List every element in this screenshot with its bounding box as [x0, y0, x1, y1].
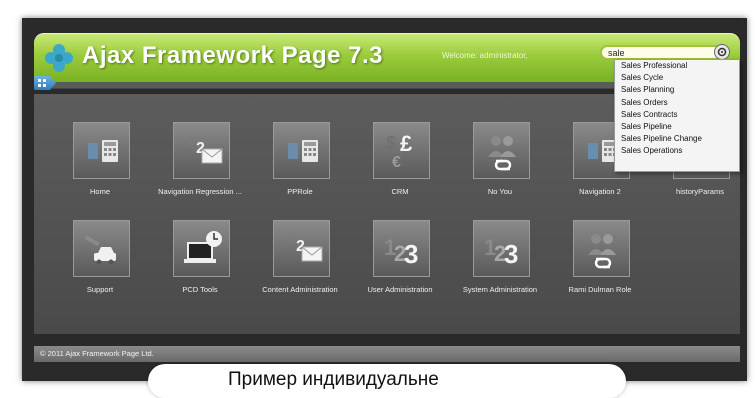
app-title: Ajax Framework Page 7.3 [82, 42, 383, 69]
svg-text:1: 1 [188, 134, 195, 148]
tile-image [573, 220, 630, 277]
search-box[interactable] [600, 45, 726, 60]
tile-label: PCD Tools [182, 285, 218, 294]
suggestion-item[interactable]: Sales Cycle [615, 72, 739, 84]
footer: © 2011 Ajax Framework Page Ltd. [34, 346, 740, 362]
tile-label: Navigation Regression ... [158, 187, 242, 196]
tile-image: 123 [473, 220, 530, 277]
plane-car-icon [85, 235, 116, 265]
suggestion-item[interactable]: Sales Pipeline Change [615, 133, 739, 145]
tile-image [473, 122, 530, 179]
tile-label: Content Administration [262, 285, 338, 294]
tile-label: No You [487, 187, 513, 196]
suggestion-item[interactable]: Sales Pipeline [615, 121, 739, 133]
envelope-123-icon: 12 [188, 134, 223, 164]
numbers-123-icon: 123 [384, 235, 418, 269]
search-button[interactable] [714, 44, 730, 60]
tile-image [73, 220, 130, 277]
tile-image [173, 220, 230, 277]
caption-text: Пример индивидуальне [228, 369, 439, 390]
tile-label: Support [86, 285, 114, 294]
suggestion-item[interactable]: Sales Professional [615, 60, 739, 72]
tile[interactable]: 1 2 Navigation Regression ... [154, 122, 246, 196]
svg-text:£: £ [400, 131, 413, 156]
people-exchange-icon [488, 136, 516, 171]
tile-label: historyParams [676, 187, 724, 196]
numbers-123-icon: 123 [484, 235, 518, 269]
tile-image: 123 [373, 220, 430, 277]
svg-text:1: 1 [288, 232, 295, 246]
tile-image [273, 122, 330, 179]
tile[interactable]: 1 2 Content Administration [254, 220, 346, 294]
tile-label: Home [89, 187, 110, 196]
currency-icon: $ £€ [386, 131, 413, 171]
tile-label: Navigation 2 [579, 187, 621, 196]
tile-label: PPRole [287, 187, 313, 196]
caption-overlay: Пример индивидуальне [148, 364, 626, 398]
tile[interactable]: Support [54, 220, 146, 294]
tile[interactable]: PCD Tools [154, 220, 246, 294]
tile-label: Rami Dulman Role [568, 285, 632, 294]
svg-text:3: 3 [404, 239, 418, 269]
svg-text:€: € [392, 154, 401, 171]
search-input[interactable] [608, 47, 712, 58]
search-suggestions-dropdown: Sales Professional Sales Cycle Sales Plann… [614, 59, 740, 172]
suggestion-item[interactable]: Sales Orders [615, 97, 739, 109]
laptop-clock-icon [184, 231, 222, 263]
tile[interactable]: Home [54, 122, 146, 196]
tile[interactable]: 1 2 3 System Administration [454, 220, 546, 294]
calculator-icon [288, 140, 318, 162]
people-exchange-icon [588, 234, 616, 269]
welcome-text: Welcome: administrator, [442, 51, 528, 60]
tile-label: User Administration [367, 285, 433, 294]
svg-text:3: 3 [504, 239, 518, 269]
envelope-123-icon: 12 [288, 232, 323, 262]
tile[interactable]: Rami Dulman Role [554, 220, 646, 294]
calculator-icon [88, 140, 118, 162]
tile[interactable]: PPRole [254, 122, 346, 196]
flower-logo-icon [45, 44, 73, 72]
tile-image [73, 122, 130, 179]
tile-image: 12 [173, 122, 230, 179]
tile[interactable]: 1 2 3 User Administration [354, 220, 446, 294]
search-icon [717, 47, 727, 57]
suggestion-item[interactable]: Sales Planning [615, 84, 739, 96]
suggestion-item[interactable]: Sales Operations [615, 145, 739, 157]
footer-text: © 2011 Ajax Framework Page Ltd. [40, 349, 154, 358]
suggestion-item[interactable]: Sales Contracts [615, 109, 739, 121]
tile[interactable]: $ £ € CRM [354, 122, 446, 196]
svg-text:$: $ [386, 133, 396, 153]
tile-image: 12 [273, 220, 330, 277]
tile-image: $ £ € [373, 122, 430, 179]
tile-label: CRM [391, 187, 409, 196]
tile-label: System Administration [462, 285, 538, 294]
tile[interactable]: No You [454, 122, 546, 196]
